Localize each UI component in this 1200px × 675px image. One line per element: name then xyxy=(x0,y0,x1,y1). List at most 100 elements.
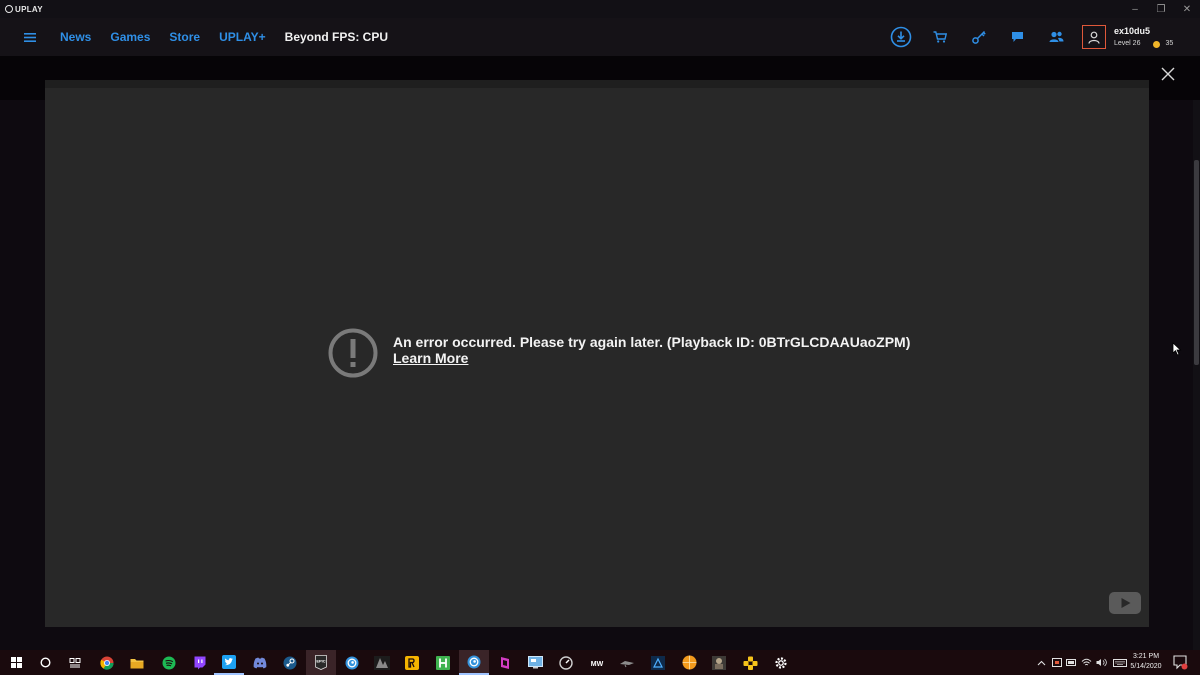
download-icon xyxy=(890,26,911,48)
nav-uplay-plus[interactable]: UPLAY+ xyxy=(219,30,266,44)
taskbar-start[interactable] xyxy=(1,650,31,675)
nav-news[interactable]: News xyxy=(60,30,91,44)
mw-icon-label: MW xyxy=(591,661,604,668)
taskbar-ball[interactable] xyxy=(674,650,704,675)
controller-icon xyxy=(743,656,757,670)
video-player-top-edge xyxy=(45,80,1149,88)
tray-battery[interactable] xyxy=(1064,650,1079,675)
taskbar-uplay[interactable] xyxy=(337,650,367,675)
friends-icon xyxy=(1049,31,1064,42)
notification-center-icon[interactable] xyxy=(1172,654,1188,670)
title-bar: UPLAY – ❐ ✕ xyxy=(0,0,1200,18)
taskbar-settings[interactable] xyxy=(766,650,796,675)
taskbar-discord[interactable] xyxy=(245,650,275,675)
taskbar-chrome[interactable] xyxy=(92,650,122,675)
battery-icon xyxy=(1066,659,1076,666)
shop-button[interactable] xyxy=(920,18,959,56)
coin-count: 35 xyxy=(1165,40,1174,47)
menu-button[interactable] xyxy=(0,18,60,56)
epic-icon-label: EPIC xyxy=(316,659,325,664)
tray-overflow-button[interactable] xyxy=(1034,650,1049,675)
mouse-cursor-icon xyxy=(1172,342,1182,356)
youtube-icon[interactable] xyxy=(1109,592,1141,614)
activate-key-button[interactable] xyxy=(959,18,998,56)
nav-games[interactable]: Games xyxy=(110,30,150,44)
taskbar-game-4[interactable] xyxy=(704,650,734,675)
user-icon xyxy=(1088,31,1100,44)
avatar[interactable] xyxy=(1082,25,1106,49)
cortana-icon xyxy=(39,657,51,668)
friends-button[interactable] xyxy=(1037,18,1076,56)
uplay-icon xyxy=(345,656,359,669)
taskbar-control-panel[interactable] xyxy=(520,650,550,675)
close-video-icon[interactable] xyxy=(1159,65,1177,83)
scrollbar-thumb[interactable] xyxy=(1194,160,1199,365)
taskbar-twitter[interactable] xyxy=(214,650,244,675)
taskbar-game-3[interactable] xyxy=(643,650,673,675)
uplay-logo: UPLAY xyxy=(5,5,43,14)
start-icon xyxy=(10,657,22,668)
top-nav: News Games Store UPLAY+ Beyond FPS: CPU xyxy=(0,18,1200,56)
task-view-icon xyxy=(69,657,81,667)
clock-time: 3:21 PM xyxy=(1132,653,1160,660)
control-panel-icon xyxy=(527,656,543,669)
clock-date: 5/14/2020 xyxy=(1130,663,1162,670)
settings-icon xyxy=(775,656,787,669)
taskbar-steam[interactable] xyxy=(275,650,305,675)
chat-button[interactable] xyxy=(998,18,1037,56)
taskbar-rockstar[interactable] xyxy=(397,650,427,675)
tray-network[interactable] xyxy=(1079,650,1094,675)
tray-volume[interactable] xyxy=(1094,650,1109,675)
taskbar-clock[interactable]: 3:21 PM 5/14/2020 xyxy=(1124,652,1168,672)
taskbar-controller-app[interactable] xyxy=(735,650,765,675)
h-app-icon xyxy=(436,655,450,670)
taskbar-file-explorer[interactable] xyxy=(122,650,152,675)
file-explorer-icon xyxy=(130,658,144,668)
uplay-logo-icon xyxy=(5,5,13,13)
profile-meta: Level 26 35 xyxy=(1114,38,1173,50)
nav-current-page[interactable]: Beyond FPS: CPU xyxy=(285,30,388,44)
epic-games-icon: EPIC xyxy=(315,655,327,670)
game-2-icon xyxy=(620,660,634,667)
nav-store[interactable]: Store xyxy=(169,30,200,44)
minimize-button[interactable]: – xyxy=(1122,0,1148,18)
app-name: UPLAY xyxy=(15,4,43,14)
uplay-window: UPLAY – ❐ ✕ News Games Store UPLAY+ Beyo… xyxy=(0,0,1200,675)
video-player[interactable] xyxy=(45,80,1149,627)
steam-icon xyxy=(283,656,297,669)
profile-info: ex10du5 Level 26 35 xyxy=(1114,25,1173,50)
taskbar-app[interactable] xyxy=(490,650,520,675)
twitter-icon xyxy=(222,654,236,669)
game-icon xyxy=(374,655,390,670)
taskbar-twitch[interactable] xyxy=(184,650,214,675)
username: ex10du5 xyxy=(1114,26,1151,36)
downloads-button[interactable] xyxy=(881,18,920,56)
hamburger-icon xyxy=(24,32,36,42)
game-4-icon xyxy=(712,655,726,670)
game-3-icon xyxy=(651,655,665,670)
taskbar-h-app[interactable] xyxy=(428,650,458,675)
taskbar-spotify[interactable] xyxy=(154,650,184,675)
close-window-button[interactable]: ✕ xyxy=(1174,0,1200,18)
taskbar-epic-games[interactable]: EPIC xyxy=(306,650,336,675)
units-coin-icon xyxy=(1153,40,1161,48)
user-level: Level 26 xyxy=(1114,40,1141,47)
taskbar-game-2[interactable] xyxy=(612,650,642,675)
chevron-up-icon xyxy=(1037,660,1046,665)
tray-app-icon xyxy=(1051,658,1062,667)
system-tray xyxy=(1034,650,1131,675)
taskbar-game-launcher[interactable] xyxy=(367,650,397,675)
learn-more-link[interactable]: Learn More xyxy=(393,350,468,366)
app-icon xyxy=(501,656,509,669)
restore-button[interactable]: ❐ xyxy=(1148,0,1174,18)
spotify-icon xyxy=(162,656,176,669)
profile-area[interactable]: ex10du5 Level 26 35 xyxy=(1082,25,1173,50)
tray-app-1[interactable] xyxy=(1049,650,1064,675)
taskbar-uplay-active[interactable] xyxy=(459,650,489,675)
twitch-icon xyxy=(194,656,205,669)
taskbar-task-view[interactable] xyxy=(60,650,90,675)
video-error-message: An error occurred. Please try again late… xyxy=(393,334,911,350)
taskbar-speedtest[interactable] xyxy=(551,650,581,675)
taskbar-modern-warfare[interactable]: MW xyxy=(582,650,612,675)
taskbar-cortana[interactable] xyxy=(30,650,60,675)
